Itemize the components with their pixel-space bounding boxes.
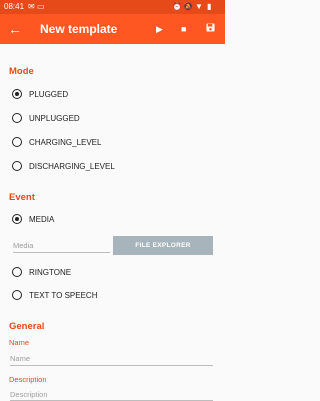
radio-discharging-level[interactable] [12, 161, 22, 171]
event-ringtone-label: RINGTONE [29, 268, 72, 277]
media-input[interactable] [13, 238, 110, 253]
description-input[interactable] [10, 388, 213, 401]
battery-saver-icon: ▭ [37, 2, 45, 11]
name-input[interactable] [10, 351, 213, 366]
page-title: New template [40, 22, 118, 36]
app-bar: ← New template ▶ ■ [0, 14, 225, 44]
wifi-icon: ▼ [195, 2, 203, 11]
radio-media[interactable] [12, 214, 22, 224]
save-icon[interactable] [206, 21, 215, 37]
mode-unplugged-label: UNPLUGGED [29, 114, 80, 123]
file-explorer-button[interactable]: FILE EXPLORER [113, 236, 213, 255]
stop-icon[interactable]: ■ [181, 21, 186, 37]
status-bar: 08:41 ✉ ▭ ⏰ 🔕 ▼ ▮ [0, 0, 225, 14]
mode-charging-level-label: CHARGING_LEVEL [29, 138, 102, 147]
floppy-svg [206, 23, 215, 32]
mode-header: Mode [9, 66, 34, 77]
general-header: General [9, 321, 45, 332]
mode-plugged-label: PLUGGED [29, 90, 69, 99]
status-time: 08:41 [4, 2, 25, 11]
play-icon[interactable]: ▶ [156, 21, 163, 37]
event-media-label: MEDIA [29, 215, 55, 224]
alarm-icon: ⏰ [172, 2, 182, 11]
event-text-to-speech-label: TEXT TO SPEECH [29, 291, 98, 300]
mode-discharging-level-label: DISCHARGING_LEVEL [29, 162, 115, 171]
radio-charging-level[interactable] [12, 137, 22, 147]
name-label: Name [9, 338, 30, 347]
description-label: Description [9, 375, 47, 384]
radio-ringtone[interactable] [12, 267, 22, 277]
battery-icon: ▮ [207, 2, 212, 11]
radio-unplugged[interactable] [12, 113, 22, 123]
radio-text-to-speech[interactable] [12, 290, 22, 300]
notifications-off-icon: 🔕 [183, 2, 193, 11]
radio-plugged[interactable] [12, 89, 22, 99]
mail-icon: ✉ [28, 2, 35, 11]
back-arrow-icon[interactable]: ← [8, 20, 22, 38]
event-header: Event [9, 192, 35, 203]
